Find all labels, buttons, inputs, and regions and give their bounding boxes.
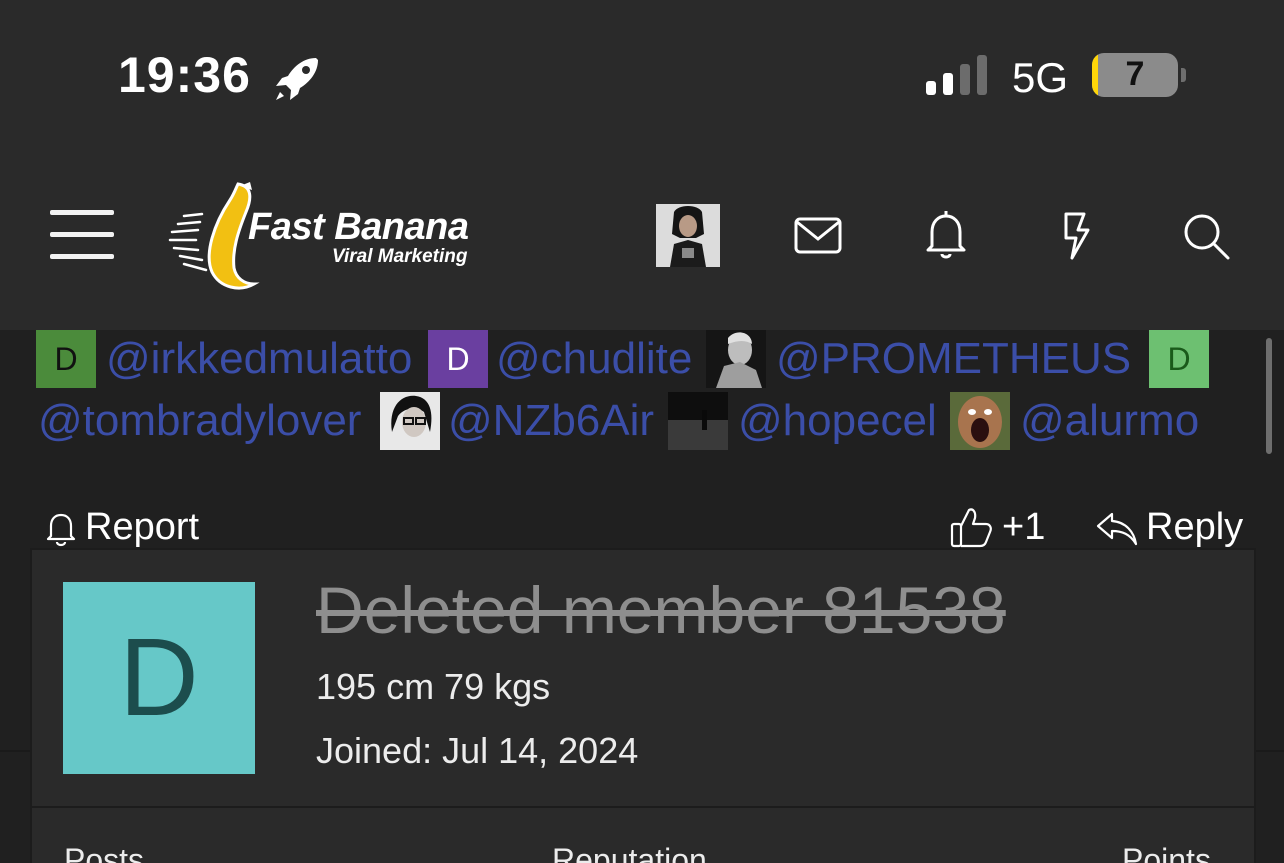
thread-content: D @irkkedmulatto D @chudlite @PROMETHEUS… [0,330,1284,863]
mention-avatar [950,392,1010,450]
mention-link[interactable]: @alurmo [1020,392,1199,450]
thumbs-up-icon [950,508,992,548]
status-time: 19:36 [118,47,251,103]
battery-tip [1181,68,1186,82]
member-avatar[interactable]: D [63,582,255,774]
report-label: Report [85,506,200,548]
member-joined: Joined: Jul 14, 2024 [316,730,639,771]
mention-link[interactable]: @tombradylover [38,392,361,450]
stat-header-reputation: Reputation [552,842,707,863]
member-name[interactable]: Deleted member 81538 [316,572,1006,648]
rocket-icon [276,58,318,100]
search-icon[interactable] [1180,210,1232,262]
member-stats: 195 cm 79 kgs [316,666,551,707]
reply-arrow-icon [1096,512,1138,546]
mention-avatar: D [428,330,488,388]
mention-avatar [706,330,766,388]
battery-level: 7 [1125,55,1145,93]
reply-label: Reply [1146,506,1244,548]
battery-icon: 7 [1092,53,1178,97]
logo-title[interactable]: Fast Banana [248,206,469,249]
mention-avatar: D [36,330,96,388]
mention-link[interactable]: @hopecel [738,392,937,450]
logo-subtitle: Viral Marketing [332,246,468,267]
network-type: 5G [1012,54,1069,101]
mention-avatar [380,392,440,450]
like-count: +1 [1002,506,1046,548]
mention-link[interactable]: @irkkedmulatto [106,330,412,388]
mention-avatar [668,392,728,450]
mention-link[interactable]: @NZb6Air [448,392,654,450]
mention-link[interactable]: @PROMETHEUS [776,330,1131,388]
bell-icon[interactable] [920,208,972,260]
member-tooltip-card: D Deleted member 81538 195 cm 79 kgs Joi… [30,548,1256,863]
user-avatar[interactable] [656,204,720,267]
bell-icon [46,513,76,547]
mention-avatar: D [1149,330,1209,388]
stat-header-posts: Posts [64,842,145,863]
scrollbar[interactable] [1266,338,1272,454]
lightning-icon[interactable] [1050,210,1102,262]
top-navigation: Fast Banana Viral Marketing [0,150,1284,330]
stat-header-points: Points [1122,842,1211,863]
mention-link[interactable]: @chudlite [496,330,692,388]
mail-icon[interactable] [792,210,844,262]
signal-bars-icon [926,55,987,95]
card-divider [32,806,1254,808]
hamburger-menu-icon[interactable] [50,208,114,260]
status-bar: 19:36 5G 7 [0,0,1284,150]
